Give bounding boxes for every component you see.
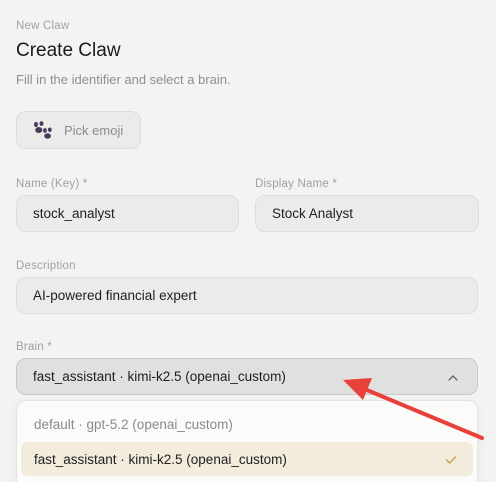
create-claw-dialog: New Claw Create Claw Fill in the identif… bbox=[0, 0, 496, 482]
name-key-label: Name (Key) * bbox=[16, 178, 88, 190]
dialog-title: Create Claw bbox=[16, 40, 121, 61]
brain-option-label: default · gpt-5.2 (openai_custom) bbox=[34, 416, 233, 432]
check-icon bbox=[445, 453, 457, 468]
name-key-input[interactable]: stock_analyst bbox=[16, 195, 239, 232]
display-name-label: Display Name * bbox=[255, 178, 338, 190]
dialog-eyebrow: New Claw bbox=[16, 20, 70, 32]
description-input[interactable]: AI-powered financial expert bbox=[16, 277, 478, 314]
brain-option-label: fast_assistant · kimi-k2.5 (openai_custo… bbox=[34, 451, 287, 467]
brain-options-list: default · gpt-5.2 (openai_custom) fast_a… bbox=[16, 400, 478, 482]
brain-label: Brain * bbox=[16, 341, 52, 353]
pick-emoji-button[interactable]: Pick emoji bbox=[16, 111, 141, 149]
paw-prints-icon bbox=[32, 121, 54, 139]
dialog-subtitle: Fill in the identifier and select a brai… bbox=[16, 72, 231, 87]
pick-emoji-label: Pick emoji bbox=[64, 122, 124, 138]
brain-selected-value: fast_assistant · kimi-k2.5 (openai_custo… bbox=[33, 369, 286, 384]
description-label: Description bbox=[16, 260, 76, 272]
brain-option-default[interactable]: default · gpt-5.2 (openai_custom) bbox=[21, 407, 473, 441]
display-name-input[interactable]: Stock Analyst bbox=[255, 195, 479, 232]
chevron-up-icon bbox=[447, 371, 459, 386]
brain-select[interactable]: fast_assistant · kimi-k2.5 (openai_custo… bbox=[16, 358, 478, 395]
brain-option-fast-assistant[interactable]: fast_assistant · kimi-k2.5 (openai_custo… bbox=[21, 442, 473, 476]
